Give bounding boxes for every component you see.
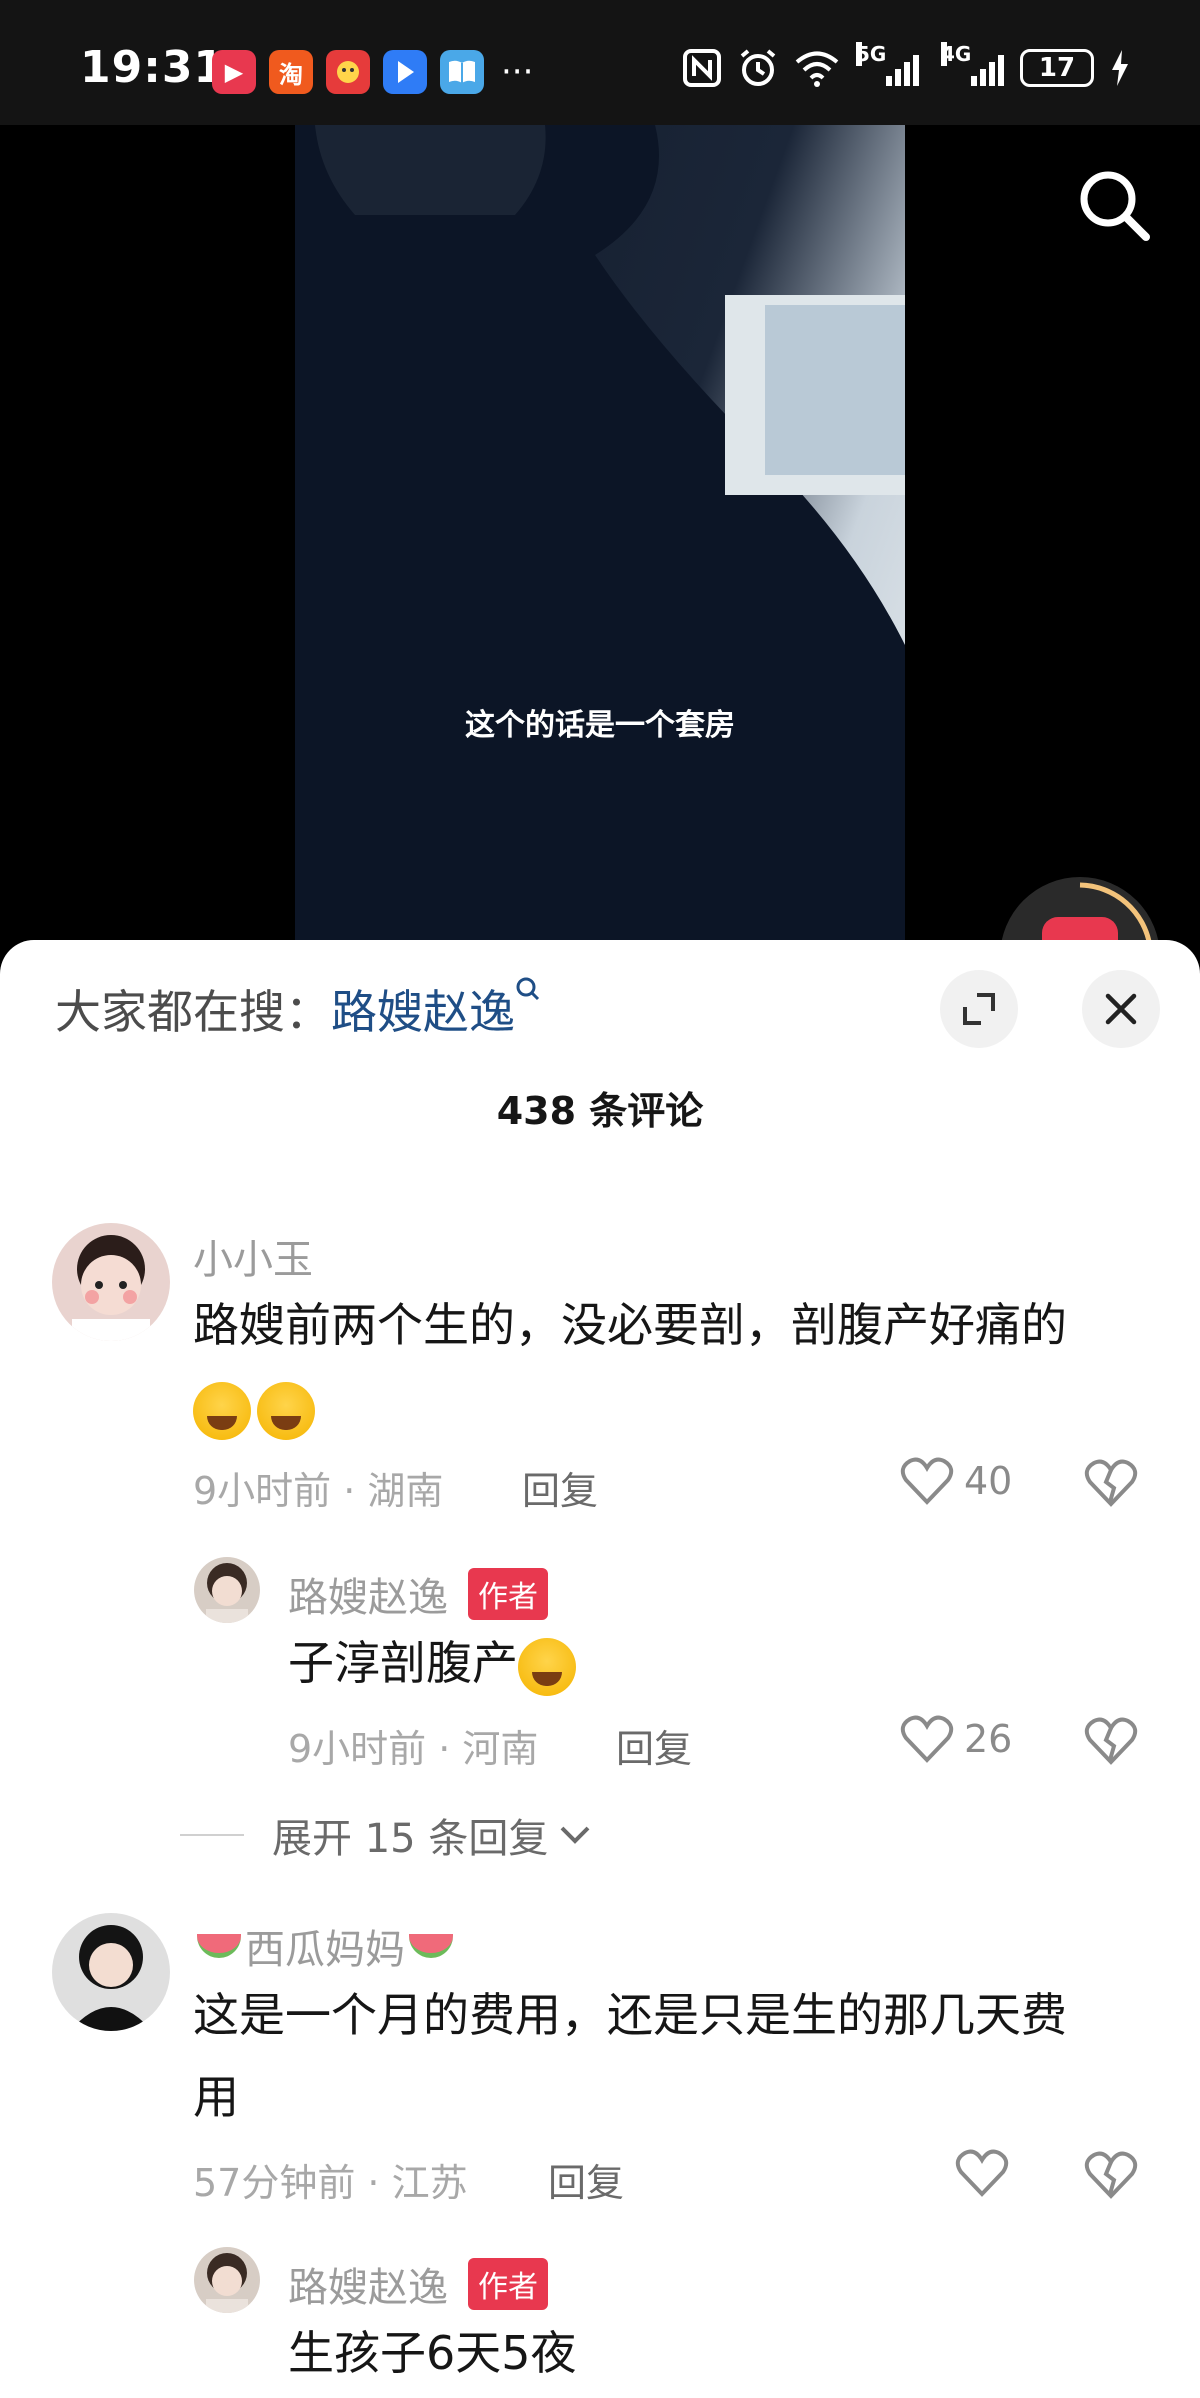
search-button[interactable] — [1074, 165, 1154, 245]
author-badge: 作者 — [468, 1568, 548, 1620]
like-button[interactable]: 40 — [900, 1456, 1012, 1506]
watermelon-icon — [197, 1934, 241, 1958]
heart-icon — [900, 1715, 954, 1763]
comment-text: 路嫂前两个生的，没必要剖，剖腹产好痛的 — [193, 1298, 1067, 1352]
crying-face-icon — [193, 1381, 251, 1440]
signal-5g-icon: 5G — [856, 42, 919, 86]
comment-emojis — [193, 1366, 321, 1448]
system-status: 5G 4G 17 — [682, 42, 1130, 88]
expand-replies-label: 展开 15 条回复 — [272, 1816, 549, 1862]
status-bar: 19:31 ▶ 淘 ··· 5G 4G 17 — [0, 0, 1200, 125]
dislike-button[interactable] — [1084, 2150, 1138, 2204]
video-person-silhouette — [295, 125, 905, 940]
alarm-icon — [740, 49, 776, 86]
reply-meta: 9小时前 · 河南 — [288, 1727, 539, 1771]
more-notifications-icon: ··· — [501, 52, 534, 92]
close-button[interactable] — [1082, 970, 1160, 1048]
like-button[interactable]: 26 — [900, 1714, 1012, 1764]
network-5g-label: 5G — [856, 42, 887, 66]
like-count: 26 — [964, 1717, 1013, 1761]
bluetooth-share-icon — [383, 50, 427, 94]
close-icon — [1105, 993, 1137, 1025]
like-count: 40 — [964, 1459, 1013, 1503]
avatar[interactable] — [52, 1913, 170, 2031]
reply-username[interactable]: 路嫂赵逸 — [288, 1565, 448, 1623]
divider — [180, 1834, 244, 1836]
record-button[interactable] — [1000, 877, 1160, 940]
dislike-button[interactable] — [1084, 1458, 1138, 1512]
reply-button[interactable]: 回复 — [522, 1460, 598, 1515]
avatar[interactable] — [194, 1557, 260, 1623]
expand-button[interactable] — [940, 970, 1018, 1048]
comment-text: 这是一个月的费用，还是只是生的那几天费 — [193, 1988, 1067, 2042]
comment-username[interactable]: 小小玉 — [193, 1227, 313, 1285]
network-4g-label: 4G — [941, 42, 972, 66]
chevron-down-icon — [560, 1826, 590, 1844]
reply-text-row: 子淳剖腹产 — [288, 1622, 582, 1704]
avatar[interactable] — [194, 2247, 260, 2313]
reply-text: 生孩子6天5夜 — [288, 2326, 577, 2380]
avatar[interactable] — [52, 1223, 170, 1341]
wifi-icon — [795, 51, 839, 87]
comment-username: 西瓜妈妈 — [245, 1927, 405, 1973]
reply-button[interactable]: 回复 — [616, 1718, 692, 1773]
comment-username-row[interactable]: 西瓜妈妈 — [193, 1917, 457, 1975]
crying-face-icon — [257, 1381, 315, 1440]
comment-meta: 57分钟前 · 江苏 — [193, 2161, 468, 2205]
hot-search-prefix: 大家都在搜： — [55, 985, 331, 1039]
comments-panel: 大家都在搜：路嫂赵逸 438 条评论 小小玉 路嫂前两个生的，没必要剖，剖腹产好… — [0, 940, 1200, 2398]
status-time: 19:31 — [80, 42, 226, 93]
comment-text-continued: 用 — [193, 2070, 239, 2124]
charging-icon — [1112, 50, 1128, 86]
game-app-icon — [326, 50, 370, 94]
watermelon-icon — [409, 1934, 453, 1958]
expand-icon — [963, 993, 995, 1025]
video-subtitle: 这个的话是一个套房 — [465, 708, 735, 743]
small-search-icon — [515, 976, 541, 1013]
signal-4g-icon: 4G — [941, 42, 1004, 86]
broken-heart-icon — [1084, 2151, 1138, 2199]
broken-heart-icon — [1084, 1459, 1138, 1507]
record-icon — [1042, 917, 1118, 940]
battery-level: 17 — [1038, 53, 1076, 83]
nfc-icon — [683, 49, 721, 87]
reply-text: 子淳剖腹产 — [288, 1636, 518, 1690]
dislike-button[interactable] — [1084, 1716, 1138, 1770]
battery-indicator: 17 — [1020, 49, 1094, 87]
taobao-icon: 淘 — [269, 50, 313, 94]
like-button[interactable] — [955, 2148, 1009, 2198]
hot-search-term[interactable]: 路嫂赵逸 — [331, 985, 515, 1039]
reply-username[interactable]: 路嫂赵逸 — [288, 2255, 448, 2313]
broken-heart-icon — [1084, 1717, 1138, 1765]
video-frame — [295, 125, 905, 940]
heart-icon — [955, 2149, 1009, 2197]
hot-search-bar[interactable]: 大家都在搜：路嫂赵逸 — [55, 976, 541, 1042]
video-player[interactable]: 这个的话是一个套房 — [0, 125, 1200, 940]
notification-icons: ▶ 淘 ··· — [212, 50, 533, 94]
book-app-icon — [440, 50, 484, 94]
expand-replies-button[interactable]: 展开 15 条回复 — [272, 1806, 592, 1864]
reply-button[interactable]: 回复 — [548, 2152, 624, 2207]
video-app-icon: ▶ — [212, 50, 256, 94]
search-icon — [1080, 171, 1150, 241]
comment-count: 438 条评论 — [496, 1089, 704, 1133]
heart-icon — [900, 1457, 954, 1505]
laughing-face-icon — [518, 1637, 576, 1696]
author-badge: 作者 — [468, 2258, 548, 2310]
comment-meta: 9小时前 · 湖南 — [193, 1469, 444, 1513]
